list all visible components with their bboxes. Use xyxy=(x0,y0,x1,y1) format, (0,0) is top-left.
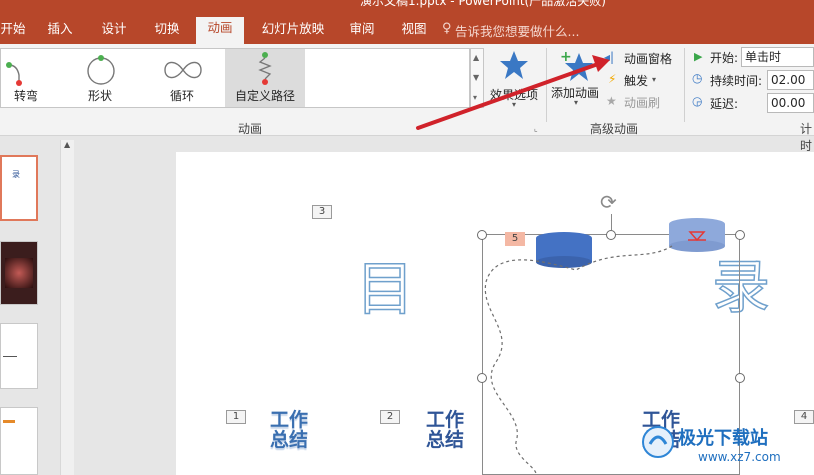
gallery-item-loop[interactable]: 循环 xyxy=(147,49,217,107)
duration-field[interactable]: 02.00 xyxy=(767,70,814,90)
clock-icon: ◷ xyxy=(692,71,703,85)
chevron-down-icon: ▾ xyxy=(652,75,657,84)
animation-pane-label: 动画窗格 xyxy=(624,52,673,66)
slide-thumbnail[interactable] xyxy=(0,323,38,389)
tab-view[interactable]: 视图 xyxy=(396,19,432,44)
watermark-url: www.xz7.com xyxy=(698,450,781,464)
thumb-photo xyxy=(5,258,33,288)
loop-path-icon xyxy=(164,61,202,79)
thumb-title xyxy=(3,420,15,423)
group-label-timing: 计时 xyxy=(800,122,813,153)
work-summary-text[interactable]: 工作 总结 xyxy=(420,410,470,450)
slide-thumbnail[interactable] xyxy=(0,241,38,305)
group-label-animation: 动画 xyxy=(238,122,263,136)
start-select[interactable]: 单击时 xyxy=(741,47,814,67)
scroll-up-icon[interactable]: ▲ xyxy=(64,140,70,149)
animation-tag[interactable]: 1 xyxy=(226,410,246,424)
gallery-item-label: 形状 xyxy=(87,89,112,103)
delay-label: 延迟: xyxy=(710,97,739,111)
gallery-item-turn[interactable]: 转弯 xyxy=(0,49,53,107)
gallery-item-custom-path[interactable]: 自定义路径 xyxy=(225,49,305,107)
annotation-arrow xyxy=(416,55,610,130)
lightbulb-icon: ♀ xyxy=(442,21,452,36)
animation-painter-label: 动画刷 xyxy=(624,96,661,110)
turn-path-icon xyxy=(6,62,22,86)
delay-field[interactable]: 00.00 xyxy=(767,93,814,113)
slide-thumbnail[interactable] xyxy=(0,407,38,475)
window-title: 演示文稿1.pptx - PowerPoint(产品激活失败) xyxy=(360,0,606,8)
animation-tag[interactable]: 2 xyxy=(380,410,400,424)
gallery-item-label: 转弯 xyxy=(13,89,38,103)
gallery-item-shape[interactable]: 形状 xyxy=(65,49,135,107)
watermark-logo-icon xyxy=(642,426,674,458)
watermark-brand: 极光下载站 xyxy=(678,428,768,449)
trigger-label: 触发 xyxy=(624,74,649,88)
shape-path-icon xyxy=(87,55,115,85)
play-icon: ▶ xyxy=(694,50,703,63)
animation-tag[interactable]: 3 xyxy=(312,205,332,219)
tab-insert[interactable]: 插入 xyxy=(42,19,78,44)
watermark: 极光下载站 www.xz7.com xyxy=(640,420,814,475)
work-summary-text[interactable]: 工作 总结 xyxy=(264,410,314,450)
ribbon: 转弯 形状 循环 自定义路径 ▲ ▼ ▾ ▾ 动画 ⌞ + 添加动画 ▾ ◂| … xyxy=(0,44,814,153)
start-label: 开始: xyxy=(710,51,739,65)
tab-slideshow[interactable]: 幻灯片放映 xyxy=(256,19,330,44)
rotate-handle-icon[interactable]: ⟳ xyxy=(600,190,617,214)
thumbnail-scrollbar[interactable]: ▲ xyxy=(60,140,74,475)
tab-transitions[interactable]: 切换 xyxy=(149,19,185,44)
tab-animations[interactable]: 动画 xyxy=(196,17,244,44)
tab-home[interactable]: 开始 xyxy=(0,19,26,44)
custom-path-icon xyxy=(258,52,272,85)
tell-me-search[interactable]: 告诉我您想要做什么... xyxy=(455,21,579,40)
duration-label: 持续时间: xyxy=(710,74,763,88)
tab-review[interactable]: 审阅 xyxy=(344,19,380,44)
delay-clock-icon: ◶ xyxy=(692,94,703,108)
divider xyxy=(684,48,685,122)
thumb-line xyxy=(3,356,17,357)
ribbon-tab-bar: 开始 插入 设计 切换 动画 幻灯片放映 审阅 视图 ♀ 告诉我您想要做什么..… xyxy=(0,12,814,44)
slide-thumbnail[interactable]: 录 xyxy=(0,155,38,221)
title-bar: 演示文稿1.pptx - PowerPoint(产品激活失败) xyxy=(0,0,814,12)
thumb-text: 录 xyxy=(12,170,20,179)
gallery-item-label: 循环 xyxy=(169,89,194,103)
tab-design[interactable]: 设计 xyxy=(96,19,132,44)
title-char[interactable]: 目 xyxy=(355,242,415,326)
gallery-item-label: 自定义路径 xyxy=(234,89,295,103)
animation-gallery: 转弯 形状 循环 自定义路径 xyxy=(0,48,470,108)
